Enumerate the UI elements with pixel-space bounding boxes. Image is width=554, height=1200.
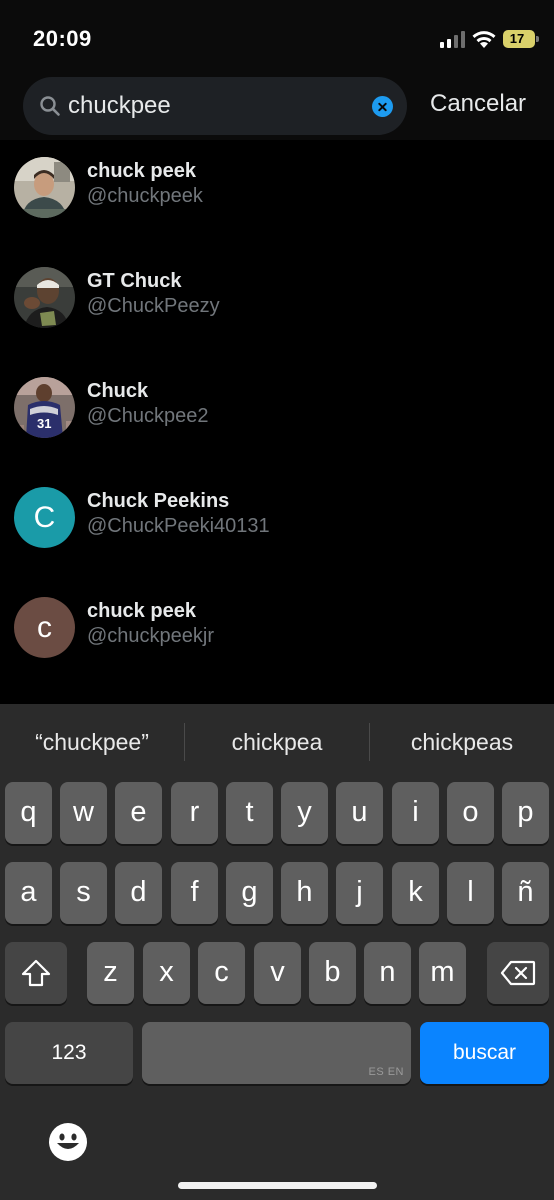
key-f[interactable]: f	[171, 862, 218, 924]
avatar: 31	[14, 377, 75, 438]
suggestion-item[interactable]: “chuckpee”	[0, 704, 184, 780]
cancel-button[interactable]: Cancelar	[430, 90, 526, 118]
key-c[interactable]: c	[198, 942, 245, 1004]
key-i[interactable]: i	[392, 782, 439, 844]
key-q[interactable]: q	[5, 782, 52, 844]
user-result-item[interactable]: GT Chuck @ChuckPeezy	[0, 250, 554, 350]
key-m[interactable]: m	[419, 942, 466, 1004]
key-o[interactable]: o	[447, 782, 494, 844]
key-g[interactable]: g	[226, 862, 273, 924]
user-display-name: GT Chuck	[87, 270, 182, 292]
delete-icon	[500, 960, 536, 986]
search-bar: Cancelar	[0, 76, 554, 140]
user-result-item[interactable]: chuck peek @chuckpeek	[0, 140, 554, 240]
status-time: 20:09	[33, 26, 92, 51]
key-u[interactable]: u	[336, 782, 383, 844]
user-handle: @chuckpeek	[87, 185, 203, 207]
key-h[interactable]: h	[281, 862, 328, 924]
key-v[interactable]: v	[254, 942, 301, 1004]
key-t[interactable]: t	[226, 782, 273, 844]
shift-icon	[21, 959, 51, 987]
key-z[interactable]: z	[87, 942, 134, 1004]
avatar-initial: C	[33, 501, 56, 534]
space-key[interactable]: ES EN	[142, 1022, 411, 1084]
screen: 20:09 17 Cancelar	[0, 0, 554, 1200]
user-display-name: chuck peek	[87, 160, 196, 182]
emoji-icon[interactable]	[48, 1122, 88, 1162]
numbers-key[interactable]: 123	[5, 1022, 133, 1084]
cellular-signal-icon	[440, 31, 466, 48]
avatar-initial: c	[37, 611, 52, 644]
user-display-name: Chuck Peekins	[87, 490, 230, 512]
battery-level: 17	[509, 31, 525, 46]
suggestion-item[interactable]: chickpea	[185, 704, 369, 780]
avatar	[14, 157, 75, 218]
user-result-item[interactable]: 31 Chuck @Chuckpee2	[0, 360, 554, 460]
user-result-item[interactable]: c chuck peek @chuckpeekjr	[0, 580, 554, 680]
key-n[interactable]: n	[364, 942, 411, 1004]
svg-text:31: 31	[37, 416, 51, 431]
search-input[interactable]	[68, 77, 368, 135]
user-display-name: chuck peek	[87, 600, 196, 622]
key-r[interactable]: r	[171, 782, 218, 844]
key-l[interactable]: l	[447, 862, 494, 924]
key-e[interactable]: e	[115, 782, 162, 844]
key-s[interactable]: s	[60, 862, 107, 924]
key-p[interactable]: p	[502, 782, 549, 844]
home-indicator	[178, 1182, 377, 1189]
user-handle: @chuckpeekjr	[87, 625, 215, 647]
search-icon	[40, 96, 60, 116]
wifi-icon	[472, 31, 496, 48]
user-display-name: Chuck	[87, 380, 149, 402]
delete-key[interactable]	[487, 942, 549, 1004]
user-handle: @ChuckPeeki40131	[87, 515, 270, 537]
avatar	[14, 267, 75, 328]
key-d[interactable]: d	[115, 862, 162, 924]
user-result-item[interactable]: C Chuck Peekins @ChuckPeeki40131	[0, 470, 554, 570]
key-w[interactable]: w	[60, 782, 107, 844]
shift-key[interactable]	[5, 942, 67, 1004]
key-b[interactable]: b	[309, 942, 356, 1004]
key-j[interactable]: j	[336, 862, 383, 924]
key-x[interactable]: x	[143, 942, 190, 1004]
autocorrect-suggestions: “chuckpee” chickpea chickpeas	[0, 704, 554, 780]
search-field[interactable]	[23, 77, 407, 135]
search-return-key[interactable]: buscar	[420, 1022, 549, 1084]
clear-search-button[interactable]	[372, 96, 393, 117]
user-handle: @Chuckpee2	[87, 405, 209, 427]
key-n-tilde[interactable]: ñ	[502, 862, 549, 924]
keyboard: “chuckpee” chickpea chickpeas q w e r t …	[0, 704, 554, 1200]
user-handle: @ChuckPeezy	[87, 295, 220, 317]
battery-icon: 17	[503, 30, 539, 48]
key-a[interactable]: a	[5, 862, 52, 924]
avatar: C	[14, 487, 75, 548]
key-k[interactable]: k	[392, 862, 439, 924]
key-y[interactable]: y	[281, 782, 328, 844]
suggestion-item[interactable]: chickpeas	[370, 704, 554, 780]
language-hint: ES EN	[368, 1066, 404, 1078]
status-bar: 20:09 17	[0, 0, 554, 76]
avatar: c	[14, 597, 75, 658]
